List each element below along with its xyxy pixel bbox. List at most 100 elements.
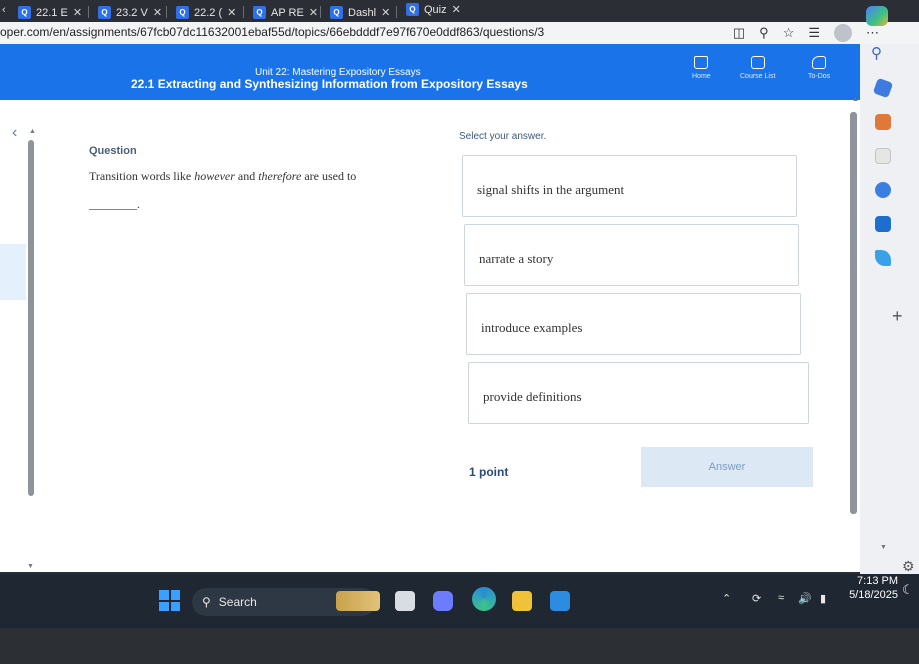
app-available-icon[interactable]: ◫: [733, 25, 745, 41]
taskbar-task-view-icon[interactable]: [395, 591, 415, 611]
nav-home[interactable]: Home: [692, 56, 711, 80]
answer-option[interactable]: narrate a story: [464, 224, 799, 286]
copilot-icon[interactable]: [866, 6, 888, 26]
tab-label: AP RE: [271, 6, 304, 19]
todos-icon: [812, 56, 827, 69]
nav-course-list[interactable]: Course List: [740, 56, 775, 80]
sidebar-games-icon[interactable]: [875, 148, 891, 164]
quizlet-favicon-icon: Q: [18, 6, 31, 19]
tab-label: 22.1 E: [36, 6, 68, 19]
tab-ap-re[interactable]: Q AP RE ✕: [247, 3, 324, 22]
left-scrollbar[interactable]: [28, 140, 34, 496]
wifi-icon[interactable]: ≈: [778, 592, 784, 604]
scroll-down-arrow-icon[interactable]: ▼: [27, 563, 34, 570]
previous-question-icon[interactable]: ‹: [12, 124, 17, 142]
volume-icon[interactable]: 🔊: [798, 592, 812, 605]
answer-option-label: narrate a story: [479, 251, 554, 266]
close-icon[interactable]: ✕: [73, 6, 82, 19]
sidebar-search-icon[interactable]: ⚲: [871, 44, 882, 62]
taskbar-file-explorer-icon[interactable]: [512, 591, 532, 611]
question-emphasis-word: however: [194, 169, 235, 183]
tab-scroll-left-icon[interactable]: ‹: [2, 4, 6, 16]
quizlet-favicon-icon: Q: [406, 3, 419, 16]
left-highlight-strip: [0, 244, 26, 300]
do-not-disturb-icon[interactable]: ☾: [902, 582, 914, 598]
tab-dashboard[interactable]: Q Dashl ✕: [324, 3, 396, 22]
url-text[interactable]: oper.com/en/assignments/67fcb07dc1163200…: [0, 25, 544, 39]
taskbar-clock[interactable]: 7:13 PM 5/18/2025: [846, 574, 898, 602]
sidebar-settings-icon[interactable]: ⚙: [902, 558, 915, 575]
quizlet-favicon-icon: Q: [253, 6, 266, 19]
tab-label: 22.2 (: [194, 6, 223, 19]
tray-sync-icon[interactable]: ⟳: [752, 592, 761, 605]
taskbar-edge-icon[interactable]: [472, 587, 496, 611]
search-icon: ⚲: [202, 595, 211, 609]
profile-avatar[interactable]: [834, 24, 852, 42]
nav-label: Course List: [740, 73, 776, 80]
favorites-list-icon[interactable]: ☰: [808, 25, 820, 41]
tab-23-2[interactable]: Q 23.2 V ✕: [92, 3, 168, 22]
more-menu-icon[interactable]: ⋯: [866, 25, 879, 41]
question-prompt: Transition words like however and theref…: [89, 168, 409, 212]
browser-toolbar: ◫ ⚲ ☆ ☰ ⋯: [733, 22, 919, 44]
tab-divider: [166, 6, 167, 18]
home-icon: [694, 56, 709, 69]
zoom-icon[interactable]: ⚲: [759, 25, 769, 41]
tab-divider: [396, 6, 397, 18]
favorite-star-icon[interactable]: ☆: [783, 25, 795, 41]
answer-option[interactable]: introduce examples: [466, 293, 801, 355]
sidebar-m365-icon[interactable]: [875, 182, 891, 198]
scroll-down-arrow-icon[interactable]: ▼: [880, 544, 887, 551]
close-icon[interactable]: ✕: [153, 6, 162, 19]
question-text-part: Transition words like: [89, 169, 195, 183]
monitor-bezel: [0, 628, 919, 664]
address-bar[interactable]: oper.com/en/assignments/67fcb07dc1163200…: [0, 22, 919, 44]
tab-label: Dashl: [348, 6, 377, 19]
answer-option[interactable]: provide definitions: [468, 362, 809, 424]
tab-label: 23.2 V: [116, 6, 148, 19]
question-blank: ________.: [89, 197, 140, 211]
nav-todos[interactable]: To-Dos: [808, 56, 830, 80]
quizlet-favicon-icon: Q: [176, 6, 189, 19]
answer-option-label: provide definitions: [483, 389, 582, 404]
course-list-icon: [750, 56, 765, 69]
tab-divider: [243, 6, 244, 18]
select-answer-prompt: Select your answer.: [459, 131, 547, 142]
clock-date: 5/18/2025: [849, 589, 898, 601]
right-scrollbar[interactable]: [850, 112, 857, 514]
sidebar-tools-icon[interactable]: [875, 114, 891, 130]
taskbar-chat-icon[interactable]: [433, 591, 453, 611]
quizlet-favicon-icon: Q: [98, 6, 111, 19]
close-icon[interactable]: ✕: [452, 3, 461, 16]
battery-icon[interactable]: ▮: [820, 592, 826, 605]
sidebar-add-icon[interactable]: +: [892, 306, 903, 327]
screen: ‹ Q 22.1 E ✕ Q 23.2 V ✕ Q 22.2 ( ✕ Q AP …: [0, 0, 919, 664]
course-header: Unit 22: Mastering Expository Essays 22.…: [0, 44, 860, 100]
scroll-up-arrow-icon[interactable]: ▲: [29, 128, 36, 135]
answer-option-label: introduce examples: [481, 320, 583, 335]
tab-quiz[interactable]: Q Quiz ✕: [400, 0, 467, 19]
quizlet-favicon-icon: Q: [330, 6, 343, 19]
clock-time: 7:13 PM: [857, 575, 898, 587]
sidebar-outlook-icon[interactable]: [875, 216, 891, 232]
tab-22-1[interactable]: Q 22.1 E ✕: [12, 3, 88, 22]
tab-label: Quiz: [424, 3, 447, 16]
answer-submit-button[interactable]: Answer: [641, 447, 813, 487]
close-icon[interactable]: ✕: [381, 6, 390, 19]
tray-overflow-icon[interactable]: ⌃: [722, 592, 731, 605]
tab-22-2[interactable]: Q 22.2 ( ✕: [170, 3, 242, 22]
lesson-title: 22.1 Extracting and Synthesizing Informa…: [131, 77, 528, 91]
browser-tab-bar: ‹ Q 22.1 E ✕ Q 23.2 V ✕ Q 22.2 ( ✕ Q AP …: [0, 0, 919, 22]
windows-start-icon[interactable]: [159, 590, 180, 611]
answer-option[interactable]: signal shifts in the argument: [462, 155, 797, 217]
close-icon[interactable]: ✕: [309, 6, 318, 19]
points-value: 1 point: [469, 465, 509, 479]
question-text-part: are used to: [301, 169, 357, 183]
close-icon[interactable]: ✕: [227, 6, 236, 19]
nav-label: Home: [692, 73, 711, 80]
taskbar-store-icon[interactable]: [550, 591, 570, 611]
question-text-part: and: [234, 169, 259, 183]
nav-label: To-Dos: [808, 73, 831, 80]
scroll-up-arrow-icon[interactable]: ▲: [852, 96, 859, 103]
taskbar-widgets-icon[interactable]: [336, 591, 380, 611]
